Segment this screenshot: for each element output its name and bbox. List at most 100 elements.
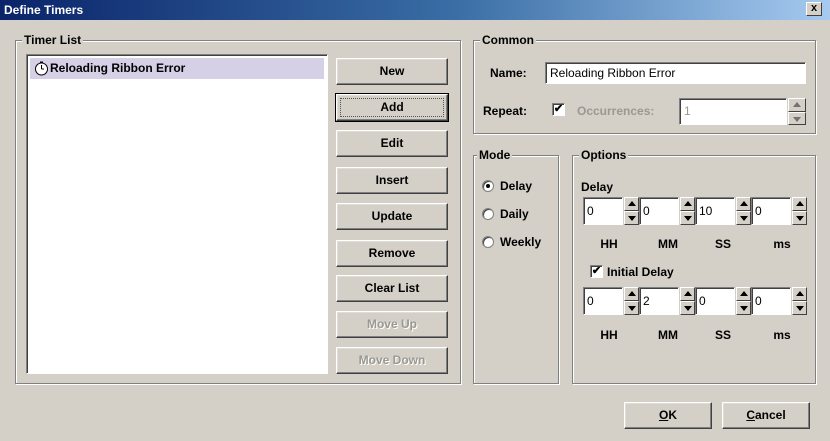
mode-legend: Mode xyxy=(477,148,513,162)
down-arrow-icon xyxy=(628,306,636,311)
up-arrow-button[interactable] xyxy=(736,197,751,211)
cancel-label-rest: ancel xyxy=(754,408,786,422)
close-icon: x xyxy=(810,2,818,14)
timer-listbox[interactable]: Reloading Ribbon Error xyxy=(26,54,328,374)
delay-ss-spinner[interactable]: 10 xyxy=(695,197,751,225)
down-arrow-icon xyxy=(796,306,804,311)
repeat-label: Repeat: xyxy=(483,104,528,118)
delay-ss-unit: SS xyxy=(714,237,731,251)
down-arrow-button[interactable] xyxy=(736,211,751,225)
up-arrow-icon xyxy=(628,201,636,206)
delay-mm-arrows[interactable] xyxy=(680,197,695,225)
insert-button[interactable]: Insert xyxy=(336,167,448,194)
occurrences-up-button[interactable] xyxy=(788,98,806,112)
close-button[interactable]: x xyxy=(806,2,822,16)
initial-hh-field[interactable]: 0 xyxy=(583,287,623,315)
update-button[interactable]: Update xyxy=(336,203,448,230)
initial-ms-spinner[interactable]: 0 xyxy=(751,287,807,315)
delay-hh-spinner[interactable]: 0 xyxy=(583,197,639,225)
delay-mm-field[interactable]: 0 xyxy=(639,197,679,225)
delay-ss-arrows[interactable] xyxy=(736,197,751,225)
initial-hh-arrows[interactable] xyxy=(624,287,639,315)
cancel-button[interactable]: Cancel xyxy=(722,402,810,429)
mode-delay-radio[interactable] xyxy=(482,180,494,192)
down-arrow-icon xyxy=(740,216,748,221)
delay-ms-arrows[interactable] xyxy=(792,197,807,225)
delay-hh-field[interactable]: 0 xyxy=(583,197,623,225)
up-arrow-button[interactable] xyxy=(680,197,695,211)
down-arrow-button[interactable] xyxy=(624,301,639,315)
occurrences-spinner-arrows[interactable] xyxy=(788,98,806,125)
delay-ss-field[interactable]: 10 xyxy=(695,197,735,225)
initial-ss-field[interactable]: 0 xyxy=(695,287,735,315)
title-bar: Define Timers x xyxy=(0,0,830,20)
mode-delay-label: Delay xyxy=(500,179,533,193)
ok-label-rest: K xyxy=(668,408,677,422)
delay-ms-spinner[interactable]: 0 xyxy=(751,197,807,225)
initial-delay-checkbox[interactable]: ✔ xyxy=(590,265,603,278)
up-arrow-button[interactable] xyxy=(792,197,807,211)
add-button[interactable]: Add xyxy=(335,93,449,122)
repeat-checkbox[interactable]: ✔ xyxy=(552,103,565,116)
window-title: Define Timers xyxy=(4,3,84,17)
down-arrow-button[interactable] xyxy=(680,301,695,315)
up-arrow-icon xyxy=(740,201,748,206)
up-arrow-button[interactable] xyxy=(624,197,639,211)
initial-ss-arrows[interactable] xyxy=(736,287,751,315)
name-label: Name: xyxy=(490,66,527,80)
move-down-button[interactable]: Move Down xyxy=(336,347,448,374)
initial-mm-field[interactable]: 2 xyxy=(639,287,679,315)
mode-daily-radio[interactable] xyxy=(482,208,494,220)
up-arrow-button[interactable] xyxy=(736,287,751,301)
initial-mm-arrows[interactable] xyxy=(680,287,695,315)
timer-list-legend: Timer List xyxy=(22,33,84,47)
initial-hh-unit: HH xyxy=(600,328,618,342)
ok-mnemonic: O xyxy=(658,408,669,422)
up-arrow-button[interactable] xyxy=(624,287,639,301)
up-arrow-button[interactable] xyxy=(680,287,695,301)
down-arrow-button[interactable] xyxy=(624,211,639,225)
up-arrow-button[interactable] xyxy=(792,287,807,301)
move-up-button[interactable]: Move Up xyxy=(336,311,448,338)
down-arrow-button[interactable] xyxy=(792,301,807,315)
occurrences-down-button[interactable] xyxy=(788,112,806,125)
ok-button[interactable]: OK xyxy=(624,402,712,429)
mode-weekly-radio[interactable] xyxy=(482,236,494,248)
list-item[interactable]: Reloading Ribbon Error xyxy=(30,58,324,79)
up-arrow-icon xyxy=(796,201,804,206)
focus-ring xyxy=(340,98,444,117)
down-arrow-button[interactable] xyxy=(680,211,695,225)
remove-button[interactable]: Remove xyxy=(336,240,448,267)
up-arrow-icon xyxy=(796,291,804,296)
delay-mm-unit: MM xyxy=(658,237,678,251)
name-field[interactable]: Reloading Ribbon Error xyxy=(545,62,806,84)
delay-ms-field[interactable]: 0 xyxy=(751,197,791,225)
mode-daily-label: Daily xyxy=(500,207,529,221)
delay-hh-arrows[interactable] xyxy=(624,197,639,225)
occurrences-field[interactable]: 1 xyxy=(679,98,787,125)
initial-hh-spinner[interactable]: 0 xyxy=(583,287,639,315)
occurrences-label: Occurrences: xyxy=(577,104,655,118)
down-arrow-icon xyxy=(684,306,692,311)
initial-mm-unit: MM xyxy=(658,328,678,342)
down-arrow-icon xyxy=(684,216,692,221)
up-arrow-icon xyxy=(684,201,692,206)
initial-mm-spinner[interactable]: 2 xyxy=(639,287,695,315)
down-arrow-icon xyxy=(793,117,801,122)
initial-delay-label: Initial Delay xyxy=(607,265,674,279)
common-legend: Common xyxy=(480,33,536,47)
cancel-mnemonic: C xyxy=(746,408,755,422)
down-arrow-button[interactable] xyxy=(792,211,807,225)
clear-list-button[interactable]: Clear List xyxy=(336,275,448,302)
initial-ms-field[interactable]: 0 xyxy=(751,287,791,315)
delay-label: Delay xyxy=(581,180,614,194)
new-button[interactable]: New xyxy=(336,58,448,85)
delay-mm-spinner[interactable]: 0 xyxy=(639,197,695,225)
initial-ss-unit: SS xyxy=(714,328,731,342)
up-arrow-icon xyxy=(740,291,748,296)
initial-ms-arrows[interactable] xyxy=(792,287,807,315)
edit-button[interactable]: Edit xyxy=(336,130,448,157)
down-arrow-button[interactable] xyxy=(736,301,751,315)
initial-ss-spinner[interactable]: 0 xyxy=(695,287,751,315)
up-arrow-icon xyxy=(793,102,801,107)
